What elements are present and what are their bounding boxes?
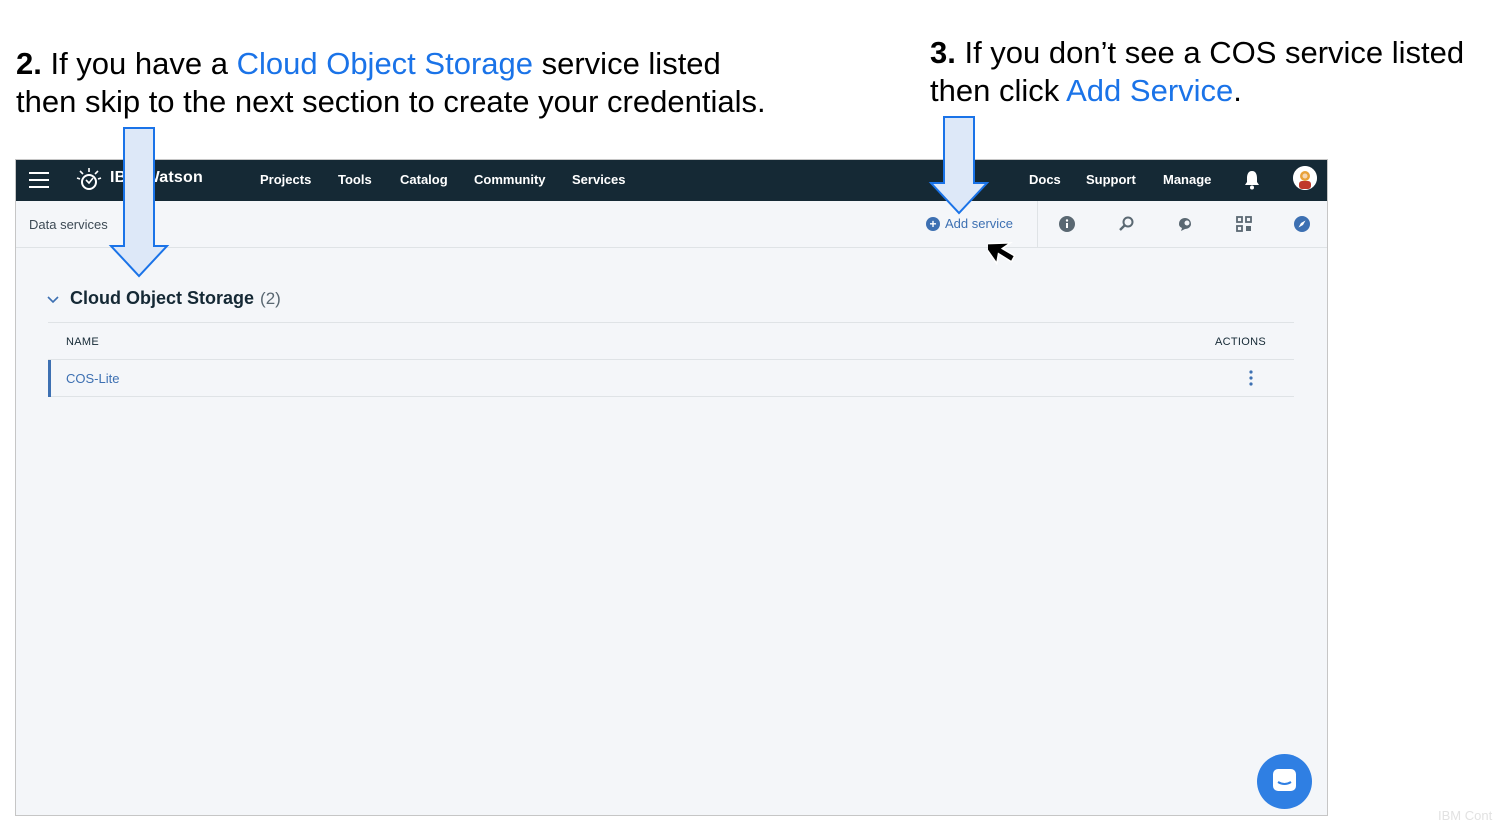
- breadcrumb[interactable]: Data services: [29, 217, 108, 232]
- section-title: Cloud Object Storage: [70, 288, 255, 308]
- toolbar-divider: [1037, 201, 1038, 247]
- nav-services[interactable]: Services: [572, 172, 626, 187]
- user-avatar[interactable]: [1293, 166, 1317, 190]
- chevron-down-icon[interactable]: [46, 292, 60, 306]
- avatar-image: [1293, 166, 1317, 190]
- nav-tools[interactable]: Tools: [338, 172, 372, 187]
- nav-manage[interactable]: Manage: [1163, 172, 1211, 187]
- nav-community[interactable]: Community: [474, 172, 546, 187]
- add-service-button[interactable]: + Add service: [926, 216, 1013, 231]
- wrench-icon[interactable]: [1117, 215, 1135, 233]
- column-header-name: NAME: [66, 336, 99, 348]
- top-navigation-bar: IBM Watson Projects Tools Catalog Commun…: [16, 160, 1327, 201]
- arrow-down-icon: [928, 116, 990, 215]
- toolbar: Data services + Add service: [16, 201, 1327, 248]
- nav-catalog[interactable]: Catalog: [400, 172, 448, 187]
- add-service-label: Add service: [945, 216, 1013, 231]
- chat-launcher-button[interactable]: [1257, 754, 1312, 809]
- bell-icon[interactable]: [1243, 169, 1261, 191]
- info-icon[interactable]: [1058, 215, 1076, 233]
- table-row[interactable]: COS-Lite: [48, 360, 1294, 397]
- row-selection-indicator: [48, 360, 51, 397]
- grid-icon[interactable]: [1235, 215, 1253, 233]
- chat-icon: [1273, 769, 1296, 791]
- nav-support[interactable]: Support: [1086, 172, 1136, 187]
- app-window: IBM Watson Projects Tools Catalog Commun…: [15, 159, 1328, 816]
- watson-logo-icon: [76, 168, 102, 190]
- watermark: IBM Cont: [1438, 808, 1493, 823]
- mouse-pointer-icon: [988, 242, 1016, 266]
- hamburger-menu-icon[interactable]: [29, 172, 49, 188]
- services-table: NAME ACTIONS COS-Lite: [48, 322, 1294, 397]
- callout-step-2: 2. If you have a Cloud Object Storage se…: [16, 46, 766, 119]
- compass-icon[interactable]: [1293, 215, 1311, 233]
- nav-docs[interactable]: Docs: [1029, 172, 1061, 187]
- overflow-menu-icon[interactable]: [1248, 369, 1254, 387]
- section-header[interactable]: Cloud Object Storage (2): [46, 288, 281, 309]
- column-header-actions: ACTIONS: [1215, 336, 1266, 348]
- table-header: NAME ACTIONS: [48, 322, 1294, 360]
- chat-bubbles-icon[interactable]: [1176, 215, 1194, 233]
- plus-circle-icon: +: [926, 216, 940, 231]
- nav-projects[interactable]: Projects: [260, 172, 311, 187]
- callout-step-3: 3. If you don’t see a COS service listed…: [930, 35, 1465, 108]
- service-name-link[interactable]: COS-Lite: [66, 371, 119, 386]
- section-count: (2): [260, 288, 281, 308]
- arrow-down-icon: [108, 127, 170, 278]
